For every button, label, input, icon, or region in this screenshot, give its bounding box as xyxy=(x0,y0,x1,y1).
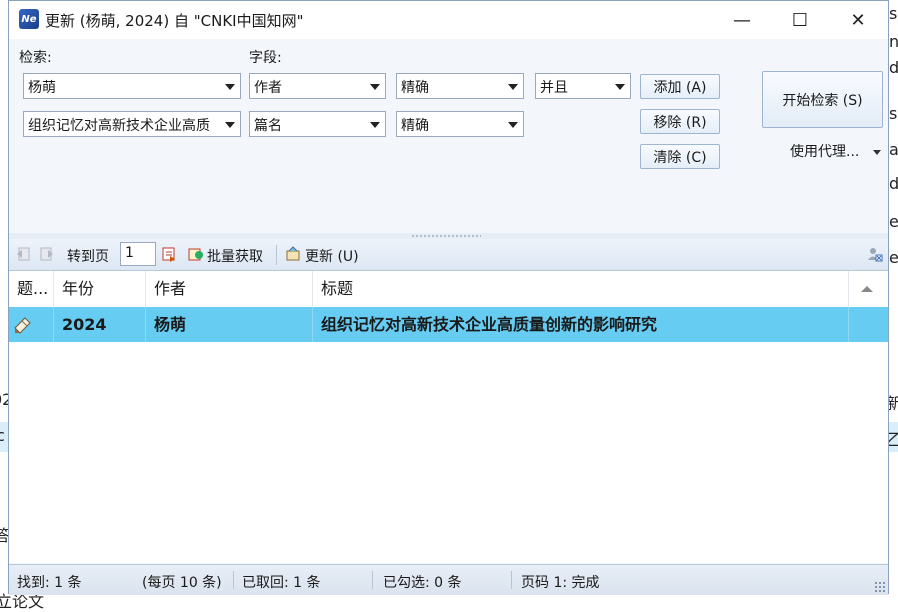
chevron-down-icon xyxy=(370,122,380,128)
next-page-icon[interactable] xyxy=(39,246,55,262)
status-bar: 找到: 1 条 (每页 10 条) 已取回: 1 条 已勾选: 0 条 页码 1… xyxy=(9,564,888,595)
search-term-combo-2[interactable]: 组织记忆对高新技术企业高质 xyxy=(23,111,241,137)
search-term-combo-1[interactable]: 杨萌 xyxy=(23,73,241,99)
update-button[interactable]: 更新 (U) xyxy=(305,246,359,266)
table-header: 题... 年份 作者 标题 xyxy=(9,271,888,308)
match-select-1[interactable]: 精确 xyxy=(396,73,524,99)
user-remove-icon[interactable] xyxy=(867,246,883,262)
background-text: e xyxy=(889,248,898,267)
use-proxy-menu[interactable]: 使用代理... xyxy=(790,141,882,161)
status-per-page: (每页 10 条) xyxy=(142,575,222,591)
field-value: 作者 xyxy=(254,80,282,96)
row-title-cell: 组织记忆对高新技术企业高质量创新的影响研究 xyxy=(313,307,849,342)
maximize-button[interactable]: ☐ xyxy=(771,1,829,39)
chevron-down-icon xyxy=(225,84,235,90)
chevron-down-icon xyxy=(508,84,518,90)
background-text: s xyxy=(889,4,898,23)
match-value: 精确 xyxy=(401,80,429,96)
splitter-grip-icon[interactable] xyxy=(411,235,481,237)
search-term-value: 杨萌 xyxy=(28,80,56,96)
match-select-2[interactable]: 精确 xyxy=(396,111,524,137)
batch-fetch-icon xyxy=(188,248,203,261)
chevron-down-icon xyxy=(225,122,235,128)
match-value: 精确 xyxy=(401,118,429,134)
update-dialog: Ne 更新 (杨萌, 2024) 自 "CNKI中国知网" — ☐ ✕ 检索: … xyxy=(8,0,889,595)
window-title: 更新 (杨萌, 2024) 自 "CNKI中国知网" xyxy=(45,12,304,30)
page-number-input[interactable]: 1 xyxy=(120,242,156,266)
background-text: s xyxy=(889,104,898,123)
goto-page-icon[interactable] xyxy=(161,246,177,262)
add-button[interactable]: 添加 (A) xyxy=(640,74,720,99)
clear-button[interactable]: 清除 (C) xyxy=(640,144,720,169)
resize-grip-icon[interactable] xyxy=(874,581,886,593)
start-search-button[interactable]: 开始检索 (S) xyxy=(762,71,883,128)
background-text: e xyxy=(889,212,898,231)
proxy-label: 使用代理... xyxy=(790,144,860,160)
status-separator xyxy=(511,571,512,589)
column-header-title[interactable]: 标题 xyxy=(313,271,849,307)
app-icon: Ne xyxy=(19,9,39,29)
background-text: di xyxy=(889,58,898,77)
results-toolbar: 转到页 1 批量获取 更新 (U) xyxy=(9,239,888,271)
background-text: a xyxy=(889,140,898,159)
status-checked: 已勾选: 0 条 xyxy=(383,575,462,591)
minimize-button[interactable]: — xyxy=(713,1,771,39)
chevron-down-icon xyxy=(508,122,518,128)
background-text: n xyxy=(889,32,898,51)
status-separator xyxy=(372,571,373,589)
search-form: 检索: 字段: 杨萌 作者 精确 并且 组织记忆对高新技术企业高质 篇名 精确 … xyxy=(9,39,888,233)
field-value: 篇名 xyxy=(254,118,282,134)
status-page: 页码 1: 完成 xyxy=(521,575,600,591)
search-label: 检索: xyxy=(19,50,52,66)
chevron-down-icon xyxy=(370,84,380,90)
field-label: 字段: xyxy=(249,50,282,66)
chevron-down-icon xyxy=(615,84,625,90)
table-row[interactable]: 2024 杨萌 组织记忆对高新技术企业高质量创新的影响研究 xyxy=(9,307,888,342)
title-bar: Ne 更新 (杨萌, 2024) 自 "CNKI中国知网" — ☐ ✕ xyxy=(9,1,888,39)
column-header-year[interactable]: 年份 xyxy=(54,271,146,307)
column-header-author[interactable]: 作者 xyxy=(146,271,313,307)
logic-value: 并且 xyxy=(540,80,568,96)
close-button[interactable]: ✕ xyxy=(829,1,887,39)
minimize-icon: — xyxy=(733,9,751,31)
batch-fetch-button[interactable]: 批量获取 xyxy=(207,246,263,266)
update-icon xyxy=(286,246,300,261)
row-type-cell xyxy=(9,307,54,342)
maximize-icon: ☐ xyxy=(791,9,809,31)
goto-page-label: 转到页 xyxy=(67,249,109,265)
background-text: c xyxy=(0,426,5,445)
thesis-icon xyxy=(14,317,31,334)
status-separator xyxy=(233,571,234,589)
field-select-1[interactable]: 作者 xyxy=(249,73,386,99)
row-year-cell: 2024 xyxy=(54,307,146,342)
sort-ascending-icon[interactable] xyxy=(861,286,873,292)
chevron-down-icon xyxy=(873,149,882,155)
toolbar-separator xyxy=(276,245,277,265)
status-found: 找到: 1 条 xyxy=(17,575,82,591)
field-select-2[interactable]: 篇名 xyxy=(249,111,386,137)
row-author-cell: 杨萌 xyxy=(146,307,313,342)
close-icon: ✕ xyxy=(850,9,866,31)
logic-select-1[interactable]: 并且 xyxy=(535,73,631,99)
status-retrieved: 已取回: 1 条 xyxy=(242,575,321,591)
results-table: 题... 年份 作者 标题 2024 杨萌 组织记忆对高新技术企业高质量创新的影… xyxy=(9,271,888,563)
remove-button[interactable]: 移除 (R) xyxy=(640,109,720,134)
column-header-type[interactable]: 题... xyxy=(9,271,54,307)
prev-page-icon[interactable] xyxy=(15,246,31,262)
background-text: di xyxy=(889,174,898,193)
search-term-value: 组织记忆对高新技术企业高质 xyxy=(28,118,210,134)
